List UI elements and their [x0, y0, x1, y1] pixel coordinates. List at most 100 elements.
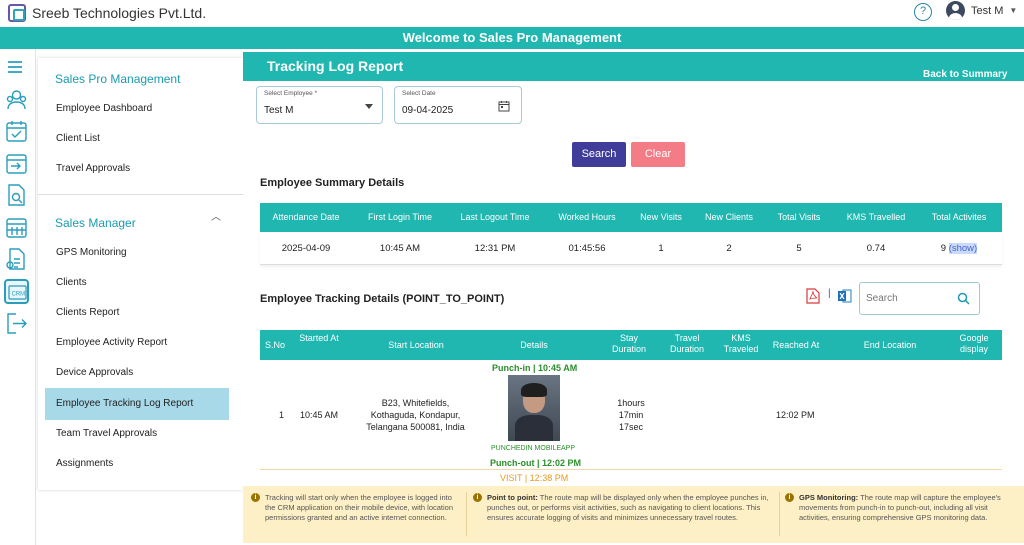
- date-field-value: 09-04-2025: [402, 105, 454, 116]
- menu-group-sales-manager[interactable]: Sales Manager: [55, 216, 136, 230]
- info-icon: i: [473, 493, 482, 502]
- search-icon[interactable]: [957, 292, 970, 305]
- employee-photo[interactable]: [508, 375, 560, 441]
- side-menu: Sales Pro Management Employee Dashboard …: [38, 58, 243, 490]
- started-at-cell: 10:45 AM: [300, 410, 339, 420]
- summary-col-header: KMS Travelled: [846, 212, 906, 222]
- summary-col-header: New Visits: [640, 212, 682, 222]
- employee-select[interactable]: Select Employee * Test M: [256, 86, 383, 124]
- page-title: Tracking Log Report: [267, 58, 404, 74]
- punch-out-label: Punch-out | 12:02 PM: [490, 458, 582, 468]
- tracking-col-header: Details: [520, 340, 548, 350]
- people-gear-icon[interactable]: [4, 87, 29, 112]
- tracking-col-header: Stay Duration: [611, 333, 647, 354]
- punched-in-source: PUNCHEDIN MOBILEAPP: [491, 445, 576, 452]
- total-activities-value: 9: [940, 243, 947, 254]
- note-gps-monitoring: i GPS Monitoring: The route map will cap…: [785, 493, 1017, 523]
- icon-rail: CRM: [0, 49, 36, 545]
- menu-item-employee-tracking-log-report[interactable]: Employee Tracking Log Report: [45, 388, 229, 420]
- menu-item-travel-approvals[interactable]: Travel Approvals: [45, 153, 229, 185]
- location-line: Telangana 500081, India: [366, 422, 465, 432]
- menu-item-client-list[interactable]: Client List: [45, 123, 229, 155]
- document-search-icon[interactable]: [4, 183, 29, 208]
- user-menu[interactable]: Test M ▼: [946, 1, 1017, 20]
- summary-cell: 10:45 AM: [379, 243, 421, 254]
- user-name: Test M: [971, 4, 1004, 17]
- dropdown-arrow-icon: [365, 104, 373, 109]
- summary-col-header: Worked Hours: [558, 212, 616, 222]
- location-line: B23, Whitefields,: [381, 398, 450, 408]
- menu-item-clients[interactable]: Clients: [45, 267, 229, 299]
- tracking-title: Employee Tracking Details (POINT_TO_POIN…: [260, 293, 505, 305]
- clear-button[interactable]: Clear: [631, 142, 685, 167]
- summary-cell: 5: [796, 243, 802, 254]
- note-title: Point to point:: [487, 493, 538, 502]
- tracking-col-header: Started At: [299, 333, 339, 343]
- crm-icon[interactable]: CRM: [4, 279, 29, 304]
- reached-at-cell: 12:02 PM: [776, 410, 815, 420]
- calendar-transfer-icon[interactable]: [4, 151, 29, 176]
- calendar-check-icon[interactable]: [4, 119, 29, 144]
- summary-title: Employee Summary Details: [260, 177, 405, 189]
- show-activities-link[interactable]: (show): [948, 243, 978, 254]
- info-icon: i: [251, 493, 260, 502]
- summary-table-header: Attendance Date First Login Time Last Lo…: [260, 203, 1002, 232]
- back-to-summary-link[interactable]: Back to Summary: [923, 69, 1007, 80]
- tracking-col-header: Reached At: [772, 340, 820, 350]
- search-button[interactable]: Search: [572, 142, 626, 167]
- start-location-cell: B23, Whitefields, Kothaguda, Kondapur, T…: [348, 397, 483, 433]
- menu-item-assignments[interactable]: Assignments: [45, 448, 229, 480]
- company-name: Sreeb Technologies Pvt.Ltd.: [32, 5, 207, 21]
- svg-text:CRM: CRM: [12, 292, 26, 298]
- summary-col-header: Last Logout Time: [460, 212, 530, 222]
- summary-table-row: 2025-04-09 10:45 AM 12:31 PM 01:45:56 1 …: [260, 232, 1002, 265]
- chevron-up-icon[interactable]: ︿: [211, 208, 221, 223]
- document-money-icon[interactable]: [4, 247, 29, 272]
- employee-select-label: Select Employee *: [264, 90, 318, 97]
- menu-item-team-travel-approvals[interactable]: Team Travel Approvals: [45, 418, 229, 450]
- hamburger-icon[interactable]: [4, 55, 29, 80]
- date-field[interactable]: Select Date 09-04-2025: [394, 86, 522, 124]
- visit-label: VISIT | 12:38 PM: [500, 473, 569, 483]
- summary-col-header: First Login Time: [367, 212, 433, 222]
- tracking-col-header: Travel Duration: [669, 333, 705, 354]
- summary-col-header: Attendance Date: [272, 212, 340, 222]
- avatar: [946, 1, 965, 20]
- info-icon: i: [785, 493, 794, 502]
- company-logo: [8, 4, 26, 22]
- note-title: GPS Monitoring:: [799, 493, 859, 502]
- info-notes: i Tracking will start only when the empl…: [243, 486, 1024, 543]
- summary-col-header: Total Visits: [777, 212, 821, 222]
- brand: Sreeb Technologies Pvt.Ltd.: [8, 4, 206, 22]
- welcome-banner: Welcome to Sales Pro Management: [0, 27, 1024, 49]
- location-line: Kothaguda, Kondapur,: [370, 410, 461, 420]
- menu-item-employee-dashboard[interactable]: Employee Dashboard: [45, 93, 229, 125]
- top-bar: Sreeb Technologies Pvt.Ltd. ? Test M ▼: [0, 0, 1024, 27]
- main-content: Tracking Log Report Back to Summary Sele…: [243, 49, 1024, 545]
- summary-cell: 2: [726, 243, 732, 254]
- employee-select-value: Test M: [264, 105, 294, 116]
- summary-col-header: Total Activites: [931, 212, 987, 222]
- help-icon[interactable]: ?: [914, 3, 932, 21]
- chevron-down-icon: ▼: [1009, 6, 1018, 15]
- tracking-table-header: S.No Started At Start Location Details S…: [260, 330, 1002, 360]
- total-activities-cell: 9 (show): [920, 243, 998, 254]
- stay-line: 17min: [618, 410, 644, 420]
- menu-item-clients-report[interactable]: Clients Report: [45, 297, 229, 329]
- stay-line: 1hours: [617, 398, 645, 408]
- menu-item-gps-monitoring[interactable]: GPS Monitoring: [45, 237, 229, 269]
- date-field-label: Select Date: [402, 90, 436, 97]
- excel-export-icon[interactable]: [838, 288, 852, 304]
- summary-cell: 01:45:56: [568, 243, 606, 254]
- sno-cell: 1: [279, 410, 285, 420]
- logout-icon[interactable]: [4, 311, 29, 336]
- menu-item-device-approvals[interactable]: Device Approvals: [45, 357, 229, 389]
- summary-cell: 1: [658, 243, 664, 254]
- calendar-icon[interactable]: [498, 100, 510, 112]
- menu-group-sales-pro[interactable]: Sales Pro Management: [55, 72, 180, 86]
- calendar-grid-icon[interactable]: [4, 215, 29, 240]
- menu-item-employee-activity-report[interactable]: Employee Activity Report: [45, 327, 229, 359]
- pdf-export-icon[interactable]: [806, 288, 820, 304]
- visit-row: VISIT | 12:38 PM: [260, 469, 1002, 485]
- stay-line: 17sec: [618, 422, 644, 432]
